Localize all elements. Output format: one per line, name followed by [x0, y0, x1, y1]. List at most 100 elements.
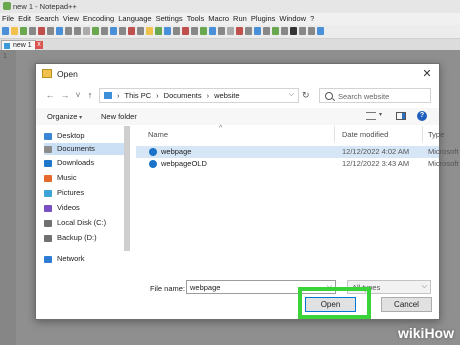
- toolbar-icon[interactable]: [317, 27, 324, 35]
- toolbar-icon[interactable]: [38, 27, 45, 35]
- toolbar-icon[interactable]: [200, 27, 207, 35]
- menu-item[interactable]: Macro: [208, 14, 229, 23]
- breadcrumb-website[interactable]: website: [214, 91, 239, 100]
- menu-item[interactable]: View: [63, 14, 79, 23]
- sidebar-item-documents[interactable]: Documents: [44, 143, 124, 155]
- file-name: webpageOLD: [161, 159, 207, 168]
- toolbar-icon[interactable]: [2, 27, 9, 35]
- toolbar-icon[interactable]: [56, 27, 63, 35]
- file-date-modified: 12/12/2022 4:02 AM: [342, 147, 410, 156]
- column-name[interactable]: Name: [148, 130, 168, 139]
- chevron-down-icon[interactable]: ⌵: [289, 91, 294, 99]
- refresh-icon[interactable]: ↻: [302, 90, 310, 101]
- toolbar-icon[interactable]: [47, 27, 54, 35]
- menu-item[interactable]: Edit: [18, 14, 31, 23]
- toolbar-icon[interactable]: [281, 27, 288, 35]
- toolbar-icon[interactable]: [92, 27, 99, 35]
- toolbar-icon[interactable]: [146, 27, 153, 35]
- toolbar-icon[interactable]: [119, 27, 126, 35]
- recent-locations-icon[interactable]: ˅: [72, 89, 84, 101]
- sidebar-item-label: Downloads: [57, 158, 95, 167]
- line-number-gutter: [0, 50, 16, 345]
- toolbar-icon[interactable]: [263, 27, 270, 35]
- cancel-button[interactable]: Cancel: [381, 297, 432, 312]
- search-box[interactable]: Search website: [319, 88, 431, 103]
- toolbar-icon[interactable]: [137, 27, 144, 35]
- sidebar-item-network[interactable]: Network: [44, 253, 124, 265]
- toolbar-icon[interactable]: [11, 27, 18, 35]
- toolbar-icon[interactable]: [101, 27, 108, 35]
- toolbar-icon[interactable]: [227, 27, 234, 35]
- toolbar-icon[interactable]: [272, 27, 279, 35]
- menu-item[interactable]: Plugins: [251, 14, 276, 23]
- menu-item[interactable]: File: [2, 14, 14, 23]
- forward-arrow-icon[interactable]: →: [59, 89, 71, 101]
- toolbar-icon[interactable]: [83, 27, 90, 35]
- preview-pane-icon[interactable]: [396, 112, 406, 120]
- breadcrumb-this-pc[interactable]: This PC: [125, 91, 152, 100]
- close-button[interactable]: ✕: [419, 66, 435, 82]
- toolbar-icon[interactable]: [74, 27, 81, 35]
- documents-icon: [44, 146, 52, 153]
- toolbar-icon[interactable]: [209, 27, 216, 35]
- menu-item[interactable]: Tools: [187, 14, 205, 23]
- file-name-value: webpage: [190, 283, 221, 292]
- menu-item[interactable]: Encoding: [83, 14, 114, 23]
- toolbar-icon[interactable]: [20, 27, 27, 35]
- document-icon: [4, 43, 10, 49]
- organize-button[interactable]: Organize: [47, 112, 82, 121]
- menu-item[interactable]: ?: [310, 14, 314, 23]
- toolbar-icon[interactable]: [164, 27, 171, 35]
- column-divider[interactable]: [334, 126, 335, 142]
- tab-close-icon[interactable]: x: [35, 41, 43, 49]
- sidebar-item-music[interactable]: Music: [44, 172, 124, 184]
- toolbar-icon[interactable]: [254, 27, 261, 35]
- toolbar-icon[interactable]: [191, 27, 198, 35]
- sidebar-scrollbar[interactable]: [124, 126, 130, 251]
- navigation-pane: Desktop Documents Downloads Music Pictures Vi…: [36, 126, 132, 281]
- chevron-down-icon: ⌵: [421, 283, 427, 290]
- column-type[interactable]: Type: [428, 130, 444, 139]
- toolbar-icon[interactable]: [65, 27, 72, 35]
- menu-item[interactable]: Search: [35, 14, 59, 23]
- file-row[interactable]: webpageOLD 12/12/2022 3:43 AM Microsoft Ed: [136, 158, 460, 170]
- toolbar-icon[interactable]: [29, 27, 36, 35]
- file-row[interactable]: webpage 12/12/2022 4:02 AM Microsoft Ed: [136, 146, 460, 158]
- toolbar-icon[interactable]: [245, 27, 252, 35]
- sidebar-item-pictures[interactable]: Pictures: [44, 187, 124, 199]
- toolbar-icon[interactable]: [236, 27, 243, 35]
- back-arrow-icon[interactable]: ←: [44, 89, 56, 101]
- toolbar-icon[interactable]: [155, 27, 162, 35]
- toolbar-icon[interactable]: [308, 27, 315, 35]
- breadcrumb-documents[interactable]: Documents: [164, 91, 202, 100]
- network-icon: [44, 256, 52, 263]
- view-options-icon[interactable]: [366, 112, 376, 120]
- toolbar-icon[interactable]: [299, 27, 306, 35]
- menu-item[interactable]: Settings: [156, 14, 183, 23]
- menu-item[interactable]: Window: [279, 14, 306, 23]
- column-headers: Name ^ Date modified Type: [136, 125, 444, 142]
- menu-item[interactable]: Run: [233, 14, 247, 23]
- chevron-down-icon[interactable]: ▾: [379, 111, 382, 118]
- toolbar-icon[interactable]: [128, 27, 135, 35]
- tab-strip: new 1 x: [0, 39, 460, 51]
- address-bar[interactable]: › This PC › Documents › website ⌵: [99, 88, 299, 103]
- toolbar-icon[interactable]: [110, 27, 117, 35]
- notepad-title-bar: new 1 - Notepad++: [0, 0, 460, 13]
- menu-item[interactable]: Language: [118, 14, 151, 23]
- sidebar-item-downloads[interactable]: Downloads: [44, 157, 124, 169]
- help-icon[interactable]: ?: [417, 111, 427, 121]
- toolbar-icon[interactable]: [173, 27, 180, 35]
- toolbar-icon[interactable]: [290, 27, 297, 35]
- new-folder-button[interactable]: New folder: [101, 112, 137, 121]
- toolbar-icon[interactable]: [218, 27, 225, 35]
- column-divider[interactable]: [422, 126, 423, 142]
- sidebar-item-videos[interactable]: Videos: [44, 202, 124, 214]
- up-arrow-icon[interactable]: ↑: [84, 89, 96, 101]
- sidebar-item-desktop[interactable]: Desktop: [44, 130, 124, 142]
- sidebar-item-local-disk-c[interactable]: Local Disk (C:): [44, 217, 124, 229]
- toolbar-icon[interactable]: [182, 27, 189, 35]
- sidebar-item-backup-d[interactable]: Backup (D:): [44, 232, 124, 244]
- column-date-modified[interactable]: Date modified: [342, 130, 388, 139]
- breadcrumb: › This PC › Documents › website: [117, 91, 240, 100]
